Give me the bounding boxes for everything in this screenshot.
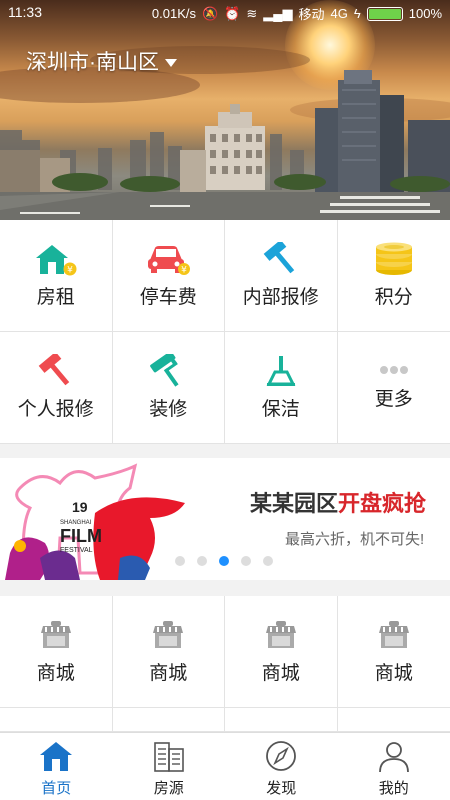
shop-item[interactable]: 商城 xyxy=(337,596,450,708)
paint-roller-icon xyxy=(150,354,179,387)
signal-icon: ▂▄▆ xyxy=(263,5,293,21)
promo-headline-hot: 开盘疯抢 xyxy=(338,491,427,516)
tab-home[interactable]: 首页 xyxy=(0,733,113,800)
shop-label: 商城 xyxy=(149,663,188,684)
shop-item-partial[interactable] xyxy=(112,708,225,732)
service-label: 装修 xyxy=(149,399,188,420)
service-parking[interactable]: ¥ 停车费 xyxy=(112,220,225,332)
service-label: 保洁 xyxy=(261,399,300,420)
service-label: 积分 xyxy=(374,287,413,308)
promo-headline-plain: 某某园区 xyxy=(250,491,339,516)
network-speed: 0.01K/s xyxy=(151,6,196,21)
carousel-dots xyxy=(175,556,273,566)
city-skyline-image xyxy=(0,46,450,220)
tab-label: 发现 xyxy=(266,780,297,797)
network-type: 4G xyxy=(330,6,348,21)
shop-item[interactable]: 商城 xyxy=(0,596,113,708)
promo-headline: 某某园区开盘疯抢 xyxy=(250,486,426,518)
status-bar: 11:33 0.01K/s 🔕 ⏰ ≋ ▂▄▆ 移动 4G ϟ 100% xyxy=(0,0,450,24)
app-screen: 11:33 0.01K/s 🔕 ⏰ ≋ ▂▄▆ 移动 4G ϟ 100% 深圳市… xyxy=(0,0,450,800)
alarm-icon: ⏰ xyxy=(224,5,241,21)
home-icon xyxy=(40,742,73,771)
tab-label: 房源 xyxy=(153,780,184,797)
storefront-icon xyxy=(265,621,296,648)
carrier-label: 移动 xyxy=(298,7,325,22)
shop-item[interactable]: 商城 xyxy=(112,596,225,708)
carousel-dot[interactable] xyxy=(241,556,251,566)
compass-icon xyxy=(266,741,297,771)
tab-label: 首页 xyxy=(41,780,72,797)
service-label: 更多 xyxy=(374,389,413,410)
poster-number: 19 xyxy=(72,499,88,515)
battery-percent: 100% xyxy=(408,6,442,21)
building-icon xyxy=(153,742,184,772)
film-festival-poster: 19 SHANGHAI FILM FESTIVAL xyxy=(0,458,200,580)
service-cleaning[interactable]: 保洁 xyxy=(225,332,338,444)
service-label: 房租 xyxy=(36,287,75,308)
service-grid: ¥ 房租 ¥ 停车费 内部报修 积分 个人报修 装修 保洁 更多 xyxy=(0,220,450,444)
battery-icon xyxy=(366,6,403,21)
service-personal-repair[interactable]: 个人报修 xyxy=(0,332,113,444)
shop-label: 商城 xyxy=(36,663,75,684)
hero-banner: 11:33 0.01K/s 🔕 ⏰ ≋ ▂▄▆ 移动 4G ϟ 100% 深圳市… xyxy=(0,0,450,220)
shop-item[interactable]: 商城 xyxy=(225,596,338,708)
shop-item-partial[interactable] xyxy=(0,708,113,732)
carousel-dot[interactable] xyxy=(263,556,273,566)
service-label: 内部报修 xyxy=(242,287,319,308)
tab-discover[interactable]: 发现 xyxy=(225,733,338,800)
poster-festival: FESTIVAL xyxy=(60,547,93,554)
shop-item-partial[interactable] xyxy=(337,708,450,732)
city-selector[interactable]: 深圳市·南山区 xyxy=(26,46,177,76)
shop-grid: 商城 商城 商城 商城 xyxy=(0,596,450,732)
service-points[interactable]: 积分 xyxy=(337,220,450,332)
carousel-dot[interactable] xyxy=(219,556,229,566)
status-time: 11:33 xyxy=(8,4,42,20)
car-fee-icon: ¥ xyxy=(148,246,191,276)
mute-icon: 🔕 xyxy=(202,5,219,21)
hammer-icon xyxy=(38,354,69,386)
wifi-icon: ≋ xyxy=(246,5,258,21)
promo-carousel[interactable]: 19 SHANGHAI FILM FESTIVAL 某某园区开盘疯抢 最高六折，… xyxy=(0,458,450,580)
promo-subtext: 最高六折，机不可失! xyxy=(285,531,425,548)
coins-icon xyxy=(375,242,412,275)
service-more[interactable]: 更多 xyxy=(337,332,450,444)
carousel-dot[interactable] xyxy=(197,556,207,566)
shop-label: 商城 xyxy=(374,663,413,684)
service-internal-repair[interactable]: 内部报修 xyxy=(225,220,338,332)
storefront-icon xyxy=(378,621,409,648)
more-dots-icon xyxy=(379,366,408,374)
storefront-icon xyxy=(153,621,184,648)
service-label: 个人报修 xyxy=(17,399,94,420)
service-label: 停车费 xyxy=(139,287,197,308)
service-decoration[interactable]: 装修 xyxy=(112,332,225,444)
caret-down-icon xyxy=(165,58,177,67)
tab-mine[interactable]: 我的 xyxy=(338,733,450,800)
hammer-icon xyxy=(263,242,294,274)
charging-icon: ϟ xyxy=(353,6,361,21)
battery-fill xyxy=(368,8,401,19)
svg-text:¥: ¥ xyxy=(181,266,187,276)
status-right: 0.01K/s 🔕 ⏰ ≋ ▂▄▆ 移动 4G ϟ 100% xyxy=(152,4,442,23)
city-label: 深圳市·南山区 xyxy=(26,51,159,74)
shop-label: 商城 xyxy=(261,663,300,684)
person-icon xyxy=(378,742,409,773)
shop-item-partial[interactable] xyxy=(225,708,338,732)
storefront-icon xyxy=(40,621,71,648)
svg-text:¥: ¥ xyxy=(67,266,73,276)
service-rent[interactable]: ¥ 房租 xyxy=(0,220,113,332)
bottom-tab-bar: 首页 房源 发现 我的 xyxy=(0,732,450,800)
cleaning-icon xyxy=(266,356,296,386)
house-rent-icon: ¥ xyxy=(35,245,77,276)
poster-film: FILM xyxy=(60,526,102,546)
tab-listings[interactable]: 房源 xyxy=(113,733,226,800)
tab-label: 我的 xyxy=(378,780,409,797)
carousel-dot[interactable] xyxy=(175,556,185,566)
